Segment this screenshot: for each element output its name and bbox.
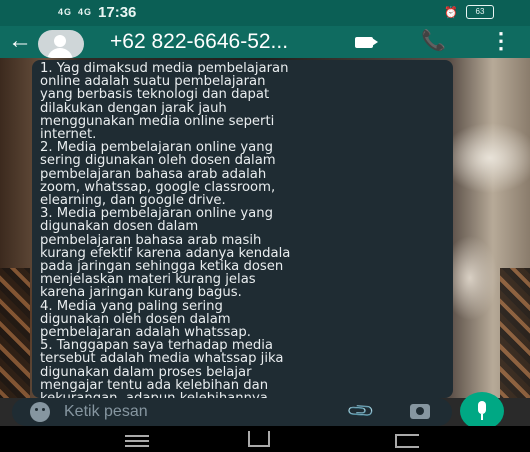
status-left: 4G 4G 17:36: [58, 4, 136, 21]
phone-icon[interactable]: 📞: [421, 29, 446, 53]
whatsapp-chat-screen: 4G 4G 17:36 ⏰ 63 ← +62 822-6646-52... 📞 …: [0, 0, 530, 452]
message-line: tersebut adalah media whatssap jika: [40, 351, 284, 367]
message-line: digunakan dalam proses belajar: [40, 364, 252, 380]
status-bar: 4G 4G 17:36 ⏰ 63: [0, 0, 530, 26]
attach-icon[interactable]: 📎: [346, 396, 377, 427]
input-bar: Ketik pesan 📎: [0, 392, 530, 430]
message-placeholder: Ketik pesan: [64, 403, 148, 420]
message-text: 1. Yag dimaksud media pembelajaran online…: [40, 62, 453, 398]
message-line: menggunakan media online seperti: [40, 113, 275, 129]
nav-home-icon[interactable]: [248, 431, 270, 447]
nav-back-icon[interactable]: [395, 434, 419, 448]
clock: 17:36: [98, 4, 137, 21]
message-line: pembelajaran bahasa arab adalah: [40, 166, 267, 182]
system-nav-bar: [0, 426, 530, 452]
message-line: karena jaringan kurang bagus.: [40, 285, 242, 301]
message-line: sering digunakan oleh dosen dalam: [40, 153, 276, 169]
nav-menu-icon[interactable]: [125, 435, 149, 450]
avatar[interactable]: [38, 30, 84, 58]
message-input[interactable]: Ketik pesan 📎: [12, 396, 452, 427]
avatar-head-shape: [54, 35, 66, 47]
message-line: dilakukan dengan jarak jauh: [40, 100, 227, 116]
message-bubble[interactable]: 1. Yag dimaksud media pembelajaran online…: [32, 60, 453, 398]
message-line: pembelajaran bahasa arab masih: [40, 232, 262, 248]
alarm-icon: ⏰: [444, 6, 458, 19]
avatar-body-shape: [47, 48, 73, 58]
mic-icon: [478, 401, 486, 414]
camera-icon[interactable]: [410, 404, 430, 419]
mic-button[interactable]: [460, 392, 504, 430]
message-line: digunakan dosen dalam: [40, 219, 199, 235]
status-right: ⏰ 63: [444, 5, 494, 19]
message-line: yang berbasis teknologi dan dapat: [40, 87, 270, 103]
signal-indicator-1: 4G: [58, 7, 73, 17]
back-arrow-icon[interactable]: ←: [8, 28, 32, 54]
message-line: 4. Media yang paling sering: [40, 298, 223, 314]
video-call-icon[interactable]: [355, 37, 378, 48]
chat-header: ← +62 822-6646-52... 📞 ⋮: [0, 26, 530, 58]
mic-stand-shape: [481, 414, 483, 420]
more-vert-icon[interactable]: ⋮: [490, 29, 512, 53]
contact-name[interactable]: +62 822-6646-52...: [110, 30, 288, 54]
battery-icon: 63: [466, 5, 494, 19]
emoji-icon[interactable]: [30, 402, 50, 422]
signal-indicator-2: 4G: [78, 7, 93, 17]
